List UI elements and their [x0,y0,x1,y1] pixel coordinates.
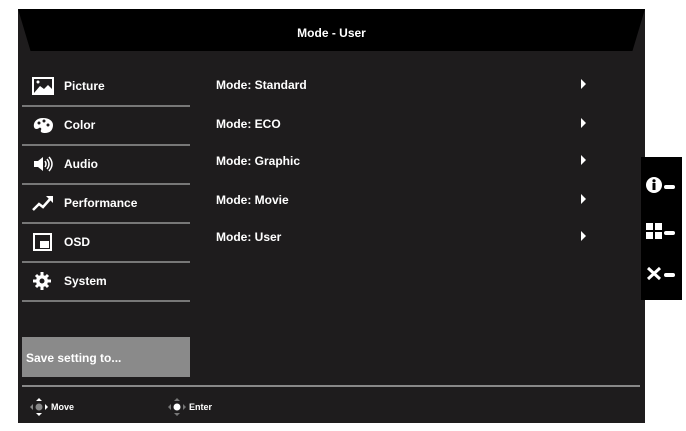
sidebar-item-label: Audio [64,157,98,171]
move-label: Move [51,402,75,412]
mode-label: Mode: Standard [216,78,307,92]
sidebar-item-label: System [64,274,107,288]
gear-icon [33,272,51,290]
grid-icon [646,223,662,239]
chevron-right-icon [581,155,586,165]
sidebar-item-picture[interactable]: Picture [22,67,190,107]
mode-label: Mode: User [216,230,282,244]
mode-label: Mode: Graphic [216,154,301,168]
enter-label: Enter [189,402,213,412]
chevron-right-icon [581,231,586,241]
save-setting-button[interactable]: Save setting to... [22,337,190,377]
save-label: Save setting to... [26,351,122,365]
header: Mode - User [18,9,645,51]
trend-up-icon [32,196,53,211]
chevron-right-icon [581,194,586,204]
enter-hint: Enter [168,398,212,416]
sidebar-item-performance[interactable]: Performance [22,184,190,224]
sidebar-item-osd[interactable]: OSD [22,223,190,263]
info-button[interactable] [646,177,678,197]
close-icon [646,266,662,281]
osd-icon [33,233,52,251]
info-icon [646,177,662,193]
sidebar-item-label: OSD [64,235,91,249]
joystick-enter-icon [168,398,186,416]
chevron-right-icon [581,79,586,89]
chevron-right-icon [581,118,586,128]
sidebar-item-label: Color [64,118,96,132]
osd-menu: Mode - User Picture Color Audio Performa… [18,9,645,423]
dash-icon [664,185,675,189]
mode-movie[interactable]: Mode: Movie [216,193,596,207]
dash-icon [664,273,675,277]
divider [22,385,640,387]
mode-label: Mode: ECO [216,117,281,131]
mode-eco[interactable]: Mode: ECO [216,117,596,131]
sidebar-item-label: Picture [64,79,105,93]
sidebar-item-system[interactable]: System [22,262,190,302]
page-title: Mode - User [297,26,366,40]
close-button[interactable] [646,265,678,285]
joystick-move-icon [30,398,48,416]
mode-graphic[interactable]: Mode: Graphic [216,154,596,168]
dash-icon [664,231,675,235]
mode-label: Mode: Movie [216,193,289,207]
speaker-icon [34,156,53,172]
sidebar-item-label: Performance [64,196,138,210]
palette-icon [33,118,53,133]
mode-user[interactable]: Mode: User [216,230,596,244]
button-panel [641,157,682,300]
mode-standard[interactable]: Mode: Standard [216,78,596,92]
sidebar-item-audio[interactable]: Audio [22,145,190,185]
menu-button[interactable] [646,223,678,243]
move-hint: Move [30,398,74,416]
picture-icon [32,77,54,95]
sidebar-item-color[interactable]: Color [22,106,190,146]
